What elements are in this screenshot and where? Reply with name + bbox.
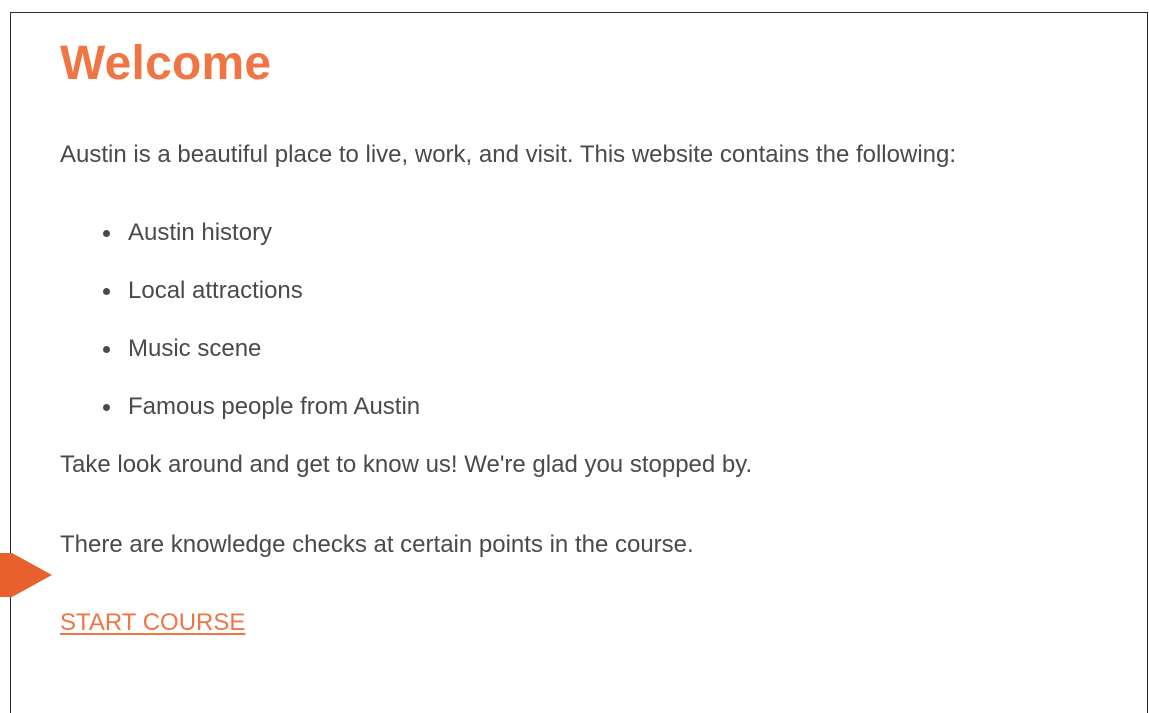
bullet-icon — [103, 288, 110, 295]
list-item: Austin history — [100, 218, 1120, 248]
knowledge-checks-paragraph: There are knowledge checks at certain po… — [60, 531, 694, 558]
list-item: Famous people from Austin — [100, 392, 1120, 422]
welcome-content: Welcome Austin is a beautiful place to l… — [60, 34, 1120, 638]
list-item-label: Austin history — [128, 219, 273, 246]
intro-paragraph: Austin is a beautiful place to live, wor… — [60, 141, 957, 168]
list-item: Local attractions — [100, 276, 1120, 306]
list-item-label: Famous people from Austin — [128, 393, 421, 420]
start-course-link[interactable]: START COURSE — [60, 608, 245, 638]
bullet-icon — [103, 404, 110, 411]
list-item-label: Local attractions — [128, 277, 303, 304]
bullet-icon — [103, 346, 110, 353]
bullet-icon — [103, 230, 110, 237]
page-title: Welcome — [60, 37, 272, 90]
list-item: Music scene — [100, 334, 1120, 364]
take-look-paragraph: Take look around and get to know us! We'… — [60, 451, 753, 478]
list-item-label: Music scene — [128, 335, 262, 362]
callout-arrow-icon — [0, 553, 52, 597]
topics-list: Austin history Local attractions Music s… — [60, 218, 1120, 422]
